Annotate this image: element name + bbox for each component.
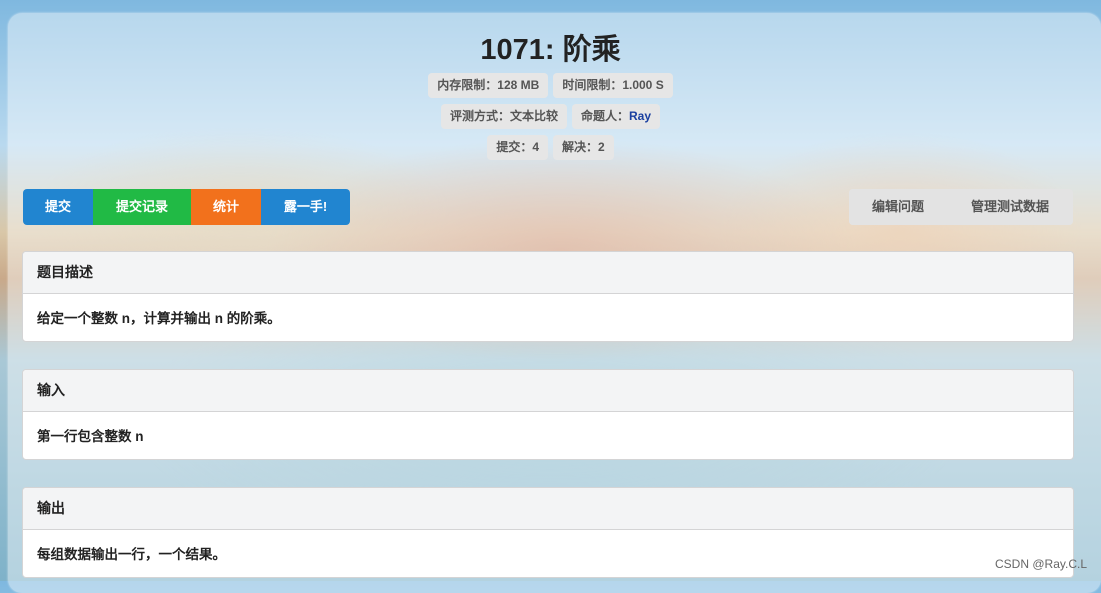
statistics-button[interactable]: 统计: [191, 189, 261, 225]
admin-button-group: 编辑问题 管理测试数据: [849, 189, 1073, 225]
description-body: 给定一个整数 n，计算并输出 n 的阶乘。: [37, 311, 281, 326]
setter-link[interactable]: Ray: [629, 109, 651, 123]
output-body: 每组数据输出一行，一个结果。: [37, 547, 226, 562]
limits-row: 内存限制：128 MB 时间限制：1.000 S: [0, 73, 1101, 98]
edit-problem-button[interactable]: 编辑问题: [849, 189, 947, 225]
action-button-group: 提交 提交记录 统计 露一手!: [23, 189, 350, 225]
memory-limit-badge: 内存限制：128 MB: [428, 73, 549, 98]
time-limit-badge: 时间限制：1.000 S: [553, 73, 673, 98]
stats-row: 提交：4 解决：2: [0, 135, 1101, 160]
submissions-badge: 提交：4: [487, 135, 548, 160]
input-title: 输入: [23, 370, 1073, 412]
judge-method-badge: 评测方式：文本比较: [440, 104, 567, 129]
input-body: 第一行包含整数 n: [37, 429, 144, 444]
description-title: 题目描述: [23, 252, 1073, 294]
page-title: 1071: 阶乘: [480, 34, 621, 66]
output-title: 输出: [23, 488, 1073, 530]
output-section: 输出 每组数据输出一行，一个结果。: [22, 487, 1074, 578]
judge-row: 评测方式：文本比较 命题人：Ray: [0, 104, 1101, 129]
submit-records-button[interactable]: 提交记录: [93, 189, 191, 225]
input-section: 输入 第一行包含整数 n: [22, 369, 1074, 460]
description-section: 题目描述 给定一个整数 n，计算并输出 n 的阶乘。: [22, 251, 1074, 342]
watermark-text: CSDN @Ray.C.L: [995, 557, 1087, 571]
manage-testdata-button[interactable]: 管理测试数据: [947, 189, 1073, 225]
submit-button[interactable]: 提交: [23, 189, 93, 225]
solved-badge: 解决：2: [553, 135, 614, 160]
setter-label: 命题人：: [580, 109, 629, 123]
setter-badge: 命题人：Ray: [571, 104, 661, 129]
show-off-button[interactable]: 露一手!: [261, 189, 350, 225]
